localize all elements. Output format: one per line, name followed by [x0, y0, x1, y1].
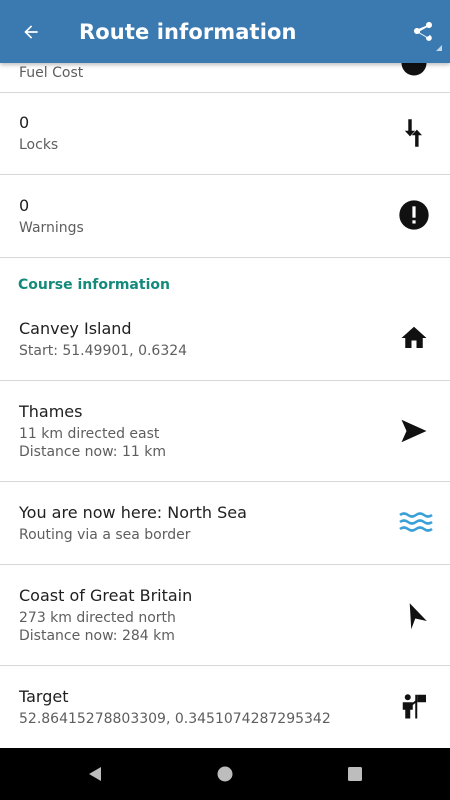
course-item-coast[interactable]: Coast of Great Britain 273 km directed n… — [0, 565, 450, 666]
locks-value: 0 — [19, 113, 30, 132]
course-item-title: Target — [19, 687, 69, 706]
home-icon — [398, 322, 430, 354]
page-title: Route information — [79, 19, 297, 44]
course-item-line1: 52.86415278803309, 0.3451074287295342 — [19, 711, 331, 727]
waves-icon — [398, 506, 434, 538]
course-item-line1: 11 km directed east — [19, 426, 160, 442]
share-icon — [414, 21, 432, 41]
fuel-cost-label: Fuel Cost — [19, 65, 84, 81]
course-item-start[interactable]: Canvey Island Start: 51.49901, 0.6324 — [0, 298, 450, 381]
nav-back-button[interactable] — [65, 748, 125, 800]
navigation-north-icon — [398, 599, 430, 631]
circle-home-icon — [217, 766, 233, 782]
warnings-row: 0 Warnings — [0, 175, 450, 258]
nav-home-button[interactable] — [195, 748, 255, 800]
course-item-line2: Distance now: 11 km — [19, 444, 166, 460]
course-item-line2: Distance now: 284 km — [19, 628, 175, 644]
course-item-title: Coast of Great Britain — [19, 586, 193, 605]
square-recents-icon — [348, 767, 362, 781]
arrow-left-icon — [24, 24, 38, 39]
course-item-title: You are now here: North Sea — [19, 503, 247, 522]
course-item-line1: Start: 51.49901, 0.6324 — [19, 343, 188, 359]
swap-vertical-icon — [398, 117, 430, 149]
back-button[interactable] — [20, 21, 42, 43]
share-button[interactable] — [410, 19, 442, 51]
course-item-thames[interactable]: Thames 11 km directed east Distance now:… — [0, 381, 450, 482]
course-item-title: Canvey Island — [19, 319, 132, 338]
system-nav-bar — [0, 748, 450, 800]
course-item-target[interactable]: Target 52.86415278803309, 0.345107428729… — [0, 666, 450, 748]
course-item-title: Thames — [19, 402, 83, 421]
alert-circle-icon — [398, 199, 430, 231]
course-item-line1: 273 km directed north — [19, 610, 176, 626]
overflow-corner-indicator — [436, 44, 442, 51]
locks-row: 0 Locks — [0, 92, 450, 175]
nav-recents-button[interactable] — [325, 748, 385, 800]
fuel-icon — [398, 63, 430, 79]
fuel-cost-row: Fuel Cost — [0, 63, 450, 93]
locks-label: Locks — [19, 137, 59, 153]
course-item-north-sea[interactable]: You are now here: North Sea Routing via … — [0, 482, 450, 565]
triangle-back-icon — [89, 767, 101, 781]
navigation-east-icon — [398, 415, 430, 447]
course-item-line1: Routing via a sea border — [19, 527, 191, 543]
warnings-value: 0 — [19, 196, 30, 215]
course-information-header: Course information — [18, 277, 170, 293]
route-info-list[interactable]: Fuel Cost 0 Locks 0 Warnings Course info… — [0, 63, 450, 748]
warnings-label: Warnings — [19, 220, 84, 236]
person-flag-icon — [398, 690, 430, 722]
app-bar: Route information — [0, 0, 450, 63]
